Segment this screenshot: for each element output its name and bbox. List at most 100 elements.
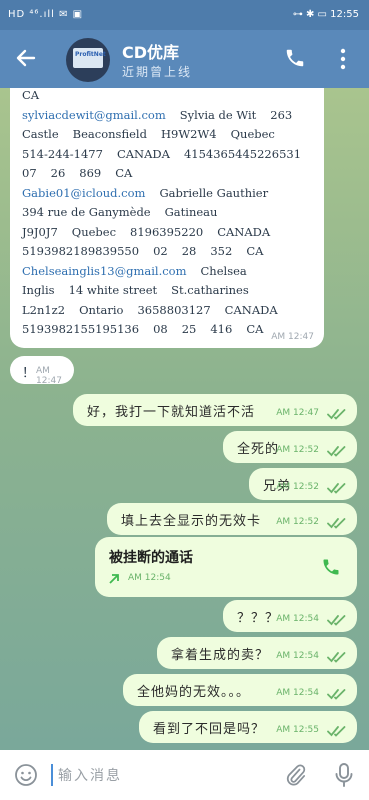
double-check-icon [327,615,346,626]
back-arrow-icon[interactable] [14,46,38,70]
attach-icon[interactable] [284,762,306,788]
microphone-icon[interactable] [334,762,354,788]
message-field: 26 [50,166,66,180]
message-time: AM 12:54 [276,651,319,661]
outgoing-message: 拿着生成的卖？ AM 12:54 [157,637,357,669]
emoji-icon[interactable] [14,763,38,787]
outgoing-message: 填上去全显示的无效卡 AM 12:52 [107,503,357,535]
message-text: CA sylviacdewit@gmail.com Sylvia de Wit 263… [22,88,301,340]
message-field: CA [246,322,264,336]
message-field: Quebec [230,127,275,141]
more-options-icon[interactable] [338,47,348,71]
outgoing-message: 好，我打一下就知道活不活 AM 12:47 [73,394,357,426]
message-field: 5193982189839550 [22,244,140,258]
message-text: 全死的 [237,442,280,457]
message-text: 全他妈的无效。。。 [137,685,251,700]
status-right: ⊶ ✱ ▭ 12:55 [292,9,359,20]
message-field: Chelsea [200,263,247,278]
message-field: Gabrielle Gauthier [159,185,269,200]
message-line: CA [22,88,301,106]
avatar[interactable]: ProfitNet [66,38,110,82]
message-line: 5193982155195136 08 25 416 CA [22,320,301,340]
avatar-logo: ProfitNet [75,51,106,58]
message-field: 416 [210,322,233,336]
message-field: 3658803127 [137,302,211,317]
phone-icon[interactable] [284,47,306,69]
message-input-bar: 输入消息 [0,750,369,800]
message-time: AM 12:52 [276,482,319,492]
double-check-icon [327,652,346,663]
message-field: 4154365445226531 [183,146,302,161]
last-seen-status: 近期曾上线 [122,65,193,79]
message-field: Ontario [79,302,124,317]
outgoing-message: 全死的 AM 12:52 [223,431,357,463]
message-field: H9W2W4 [160,127,217,141]
missed-call-card[interactable]: 被挂断的通话 AM 12:54 [95,537,357,597]
message-time: AM 12:54 [276,688,319,698]
message-field: 352 [210,244,233,258]
message-field: Quebec [71,224,117,239]
message-line: L2n1z2 Ontario 3658803127 CANADA [22,301,301,321]
message-field: CANADA [217,224,271,239]
message-field: Castle [22,127,59,141]
message-field: CA [115,166,133,180]
message-line: sylviacdewit@gmail.com Sylvia de Wit 263 [22,106,301,126]
message-field: Gatineau [164,205,218,219]
message-field: 394 rue de Ganymède [22,205,151,219]
outgoing-message: 全他妈的无效。。。 AM 12:54 [123,674,357,706]
text-cursor [51,764,53,786]
message-line: Chelseainglis13@gmail.com Chelsea [22,262,301,282]
double-check-icon [327,409,346,420]
message-field: L2n1z2 [22,302,66,317]
message-field: Inglis [22,283,55,297]
message-text: 看到了不回是吗？ [153,722,266,737]
message-time: AM 12:47 [276,408,319,418]
message-list[interactable]: CA sylviacdewit@gmail.com Sylvia de Wit 263… [0,88,369,750]
message-field: 14 white street [68,283,158,297]
outgoing-message: ？？？ AM 12:54 [223,600,357,632]
call-back-icon[interactable] [321,557,341,577]
message-field: 8196395220 [130,224,204,239]
email-link[interactable]: Gabie01@icloud.com [22,186,145,200]
message-text: 好，我打一下就知道活不活 [87,405,256,420]
message-field: St.catharines [171,283,249,297]
message-field: 07 [22,166,37,180]
message-time: AM 12:54 [276,614,319,624]
message-field: Sylvia de Wit [179,107,257,122]
status-left: HD ⁴⁶.ıll ✉ ▣ [8,9,84,20]
message-field: 02 [153,244,168,258]
message-field: CANADA [116,146,170,161]
message-line: 394 rue de Ganymède Gatineau [22,203,301,223]
incoming-message-short: ！ AM 12:47 [10,356,74,386]
message-line: 07 26 869 CA [22,164,301,184]
chat-header: ProfitNet CD优库 近期曾上线 [0,30,369,88]
email-link[interactable]: Chelseainglis13@gmail.com [22,264,187,278]
double-check-icon [327,483,346,494]
message-field: Beaconsfield [72,127,147,141]
message-field: CANADA [224,302,278,317]
message-input[interactable]: 输入消息 [58,765,122,785]
message-line: 5193982189839550 02 28 352 CA [22,242,301,262]
message-time: AM 12:47 [36,366,62,386]
message-text: ？？？ [237,611,280,626]
status-bar: HD ⁴⁶.ıll ✉ ▣ ⊶ ✱ ▭ 12:55 [0,0,369,30]
message-line: Gabie01@icloud.com Gabrielle Gauthier [22,184,301,204]
message-time: AM 12:52 [276,517,319,527]
outgoing-message: 看到了不回是吗？ AM 12:55 [139,711,357,743]
email-link[interactable]: sylviacdewit@gmail.com [22,108,166,122]
message-field: 25 [181,322,197,336]
message-field: 514-244-1477 [22,146,103,161]
message-field: 08 [153,322,168,336]
message-field: 869 [79,166,102,180]
message-field: 28 [181,244,197,258]
chat-title[interactable]: CD优库 [122,39,179,63]
message-text: ！ [22,366,36,381]
message-field: CA [22,88,40,102]
call-time: AM 12:54 [128,573,171,583]
double-check-icon [327,446,346,457]
message-line: Inglis 14 white street St.catharines [22,281,301,301]
message-line: Castle Beaconsfield H9W2W4 Quebec [22,125,301,145]
outgoing-arrow-icon [109,574,119,584]
message-time: AM 12:52 [276,445,319,455]
message-field: 263 [270,107,293,122]
